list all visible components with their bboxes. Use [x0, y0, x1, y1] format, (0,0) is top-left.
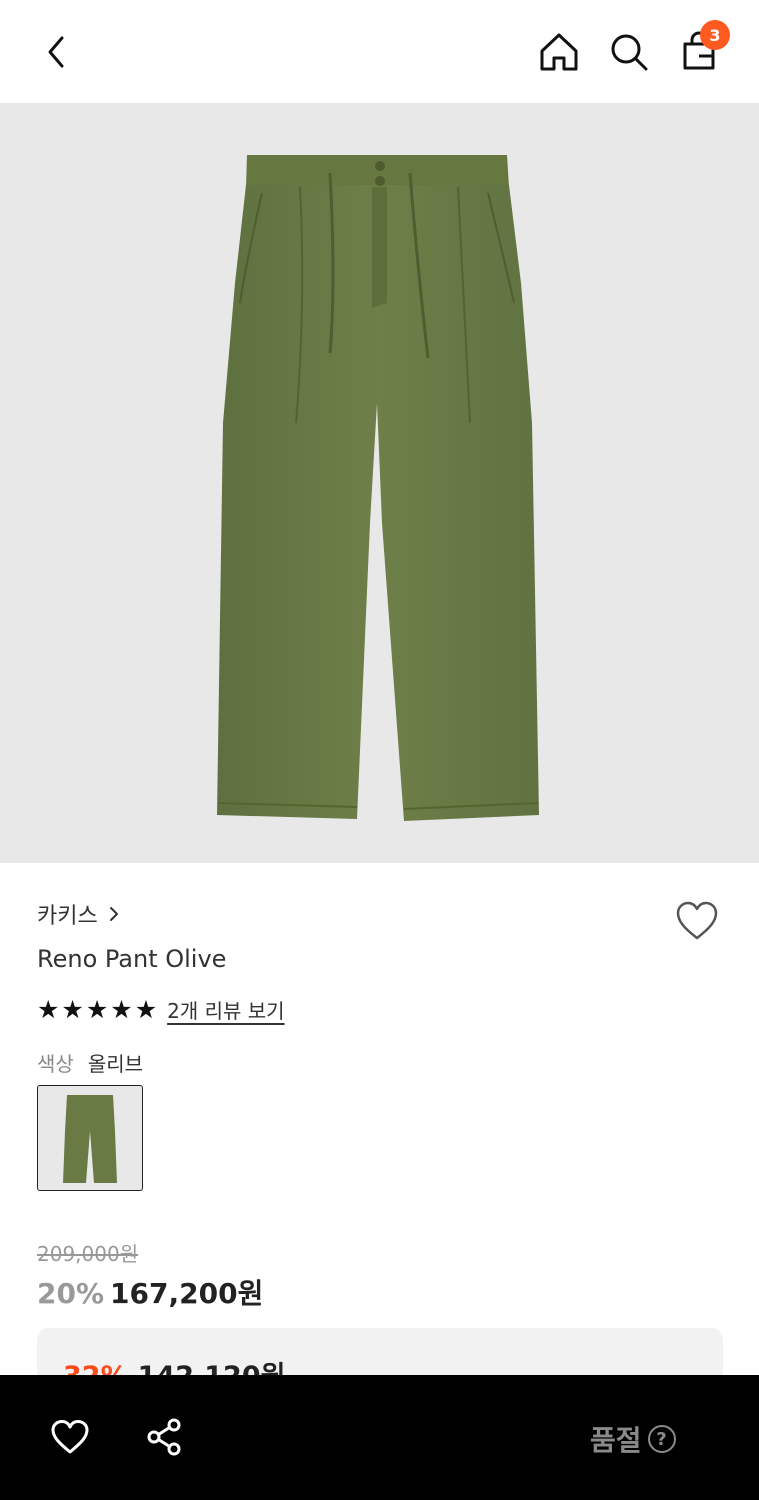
home-button[interactable] [537, 30, 581, 74]
discount-rate: 20% [37, 1277, 105, 1310]
star-icon: ★ [110, 994, 133, 1024]
price-row: 20% 167,200원 [37, 1272, 263, 1312]
top-header: 3 [0, 0, 759, 103]
wishlist-button[interactable] [672, 898, 722, 944]
share-button[interactable] [142, 1415, 186, 1459]
color-value: 올리브 [87, 1052, 144, 1076]
search-icon [611, 34, 648, 71]
color-row: 색상 올리브 [37, 1048, 143, 1077]
brand-link[interactable]: 카키스 [37, 898, 120, 930]
star-rating: ★ ★ ★ ★ ★ [37, 994, 158, 1024]
back-button[interactable] [34, 30, 78, 74]
heart-icon [676, 901, 718, 940]
heart-icon [51, 1420, 89, 1454]
bottom-wishlist-button[interactable] [48, 1415, 92, 1459]
pants-illustration [217, 155, 539, 821]
sale-price: 167,200원 [110, 1277, 264, 1310]
rating-row: ★ ★ ★ ★ ★ 2개 리뷰 보기 [37, 995, 285, 1024]
color-swatch-olive[interactable] [37, 1085, 143, 1191]
share-icon [147, 1418, 181, 1456]
home-icon [540, 33, 578, 71]
soldout-label: 품절 [590, 1424, 642, 1457]
star-icon: ★ [134, 994, 158, 1024]
chevron-right-icon [109, 907, 118, 921]
question-circle-icon[interactable]: ? [647, 1425, 676, 1453]
cart-count-badge: 3 [700, 20, 730, 50]
review-link[interactable]: 2개 리뷰 보기 [167, 995, 284, 1024]
product-image[interactable] [0, 103, 759, 863]
chevron-left-icon [48, 36, 64, 68]
search-button[interactable] [607, 30, 651, 74]
brand-name: 카키스 [37, 904, 98, 929]
product-name: Reno Pant Olive [37, 945, 227, 973]
bottom-action-bar: 품절 ? [0, 1375, 759, 1500]
original-price: 209,000원 [37, 1242, 139, 1266]
star-icon: ★ [85, 994, 109, 1024]
swatch-pants-thumbnail [63, 1095, 117, 1183]
star-icon: ★ [37, 994, 60, 1024]
color-label: 색상 [37, 1052, 74, 1076]
soldout-status: 품절 ? [590, 1419, 676, 1459]
star-icon: ★ [61, 994, 84, 1024]
